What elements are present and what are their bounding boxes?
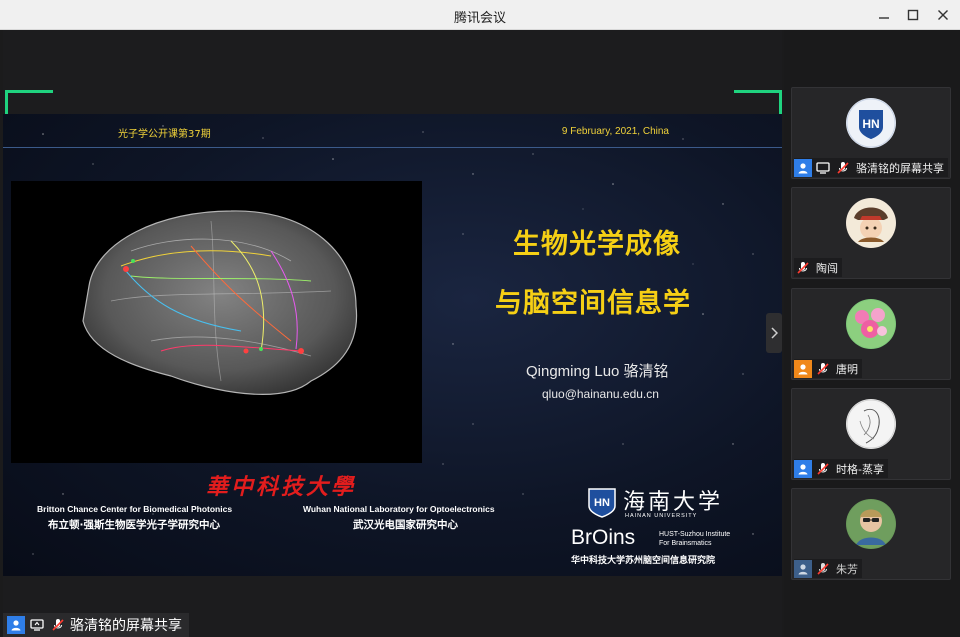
shared-screen-stage[interactable]: 光子学公开课第37期 9 February, 2021, China 生物光学成… xyxy=(3,30,782,637)
hainan-university-english: HAINAN UNIVERSITY xyxy=(625,513,698,519)
slide-title-line1: 生物光学成像 xyxy=(513,229,681,260)
mic-muted-icon xyxy=(814,460,832,478)
participant-avatar xyxy=(846,399,896,449)
title-bar: 腾讯会议 xyxy=(0,0,960,30)
participant-namebar: 陶闯 xyxy=(794,258,842,277)
participant-tile[interactable]: 唐明 xyxy=(791,288,951,380)
institute1-english: Britton Chance Center for Biomedical Pho… xyxy=(37,504,233,514)
user-icon xyxy=(794,359,812,378)
svg-text:HN: HN xyxy=(594,497,610,509)
participant-namebar: 骆清铭的屏幕共享 xyxy=(794,158,948,177)
close-button[interactable] xyxy=(934,6,952,24)
participant-tile[interactable]: 陶闯 xyxy=(791,187,951,279)
user-icon xyxy=(794,559,812,578)
slide-title-line2: 与脑空间信息学 xyxy=(495,288,691,319)
participant-name: 陶闯 xyxy=(816,261,838,275)
screen-share-icon xyxy=(28,616,46,634)
participant-name: 时格-蒸享 xyxy=(836,462,884,476)
brains-chinese-name: 华中科技大学苏州脑空间信息研究院 xyxy=(571,556,716,566)
participant-avatar xyxy=(846,198,896,248)
screen-share-label: 骆清铭的屏幕共享 xyxy=(3,613,189,637)
participant-avatar: HN xyxy=(846,98,896,148)
institute1-chinese: 布立顿·强斯生物医学光子学研究中心 xyxy=(48,519,220,531)
brains-subtitle-line2: For Brainsmatics xyxy=(659,540,712,547)
user-icon xyxy=(794,158,812,177)
participant-name: 朱芳 xyxy=(836,562,858,576)
slide-header-rule xyxy=(3,147,782,148)
participant-name: 骆清铭的屏幕共享 xyxy=(856,161,944,175)
mic-muted-icon xyxy=(814,360,832,378)
maximize-button[interactable] xyxy=(904,6,922,24)
chevron-right-icon xyxy=(771,327,778,339)
hust-logo: 華中科技大學 xyxy=(206,474,357,500)
participant-tile[interactable]: 朱芳 xyxy=(791,488,951,580)
participant-panel: HN 骆清铭的屏幕共享 陶闯 唐明 时格-蒸享 朱芳 xyxy=(784,30,960,637)
screen-share-icon xyxy=(814,159,832,177)
user-icon xyxy=(7,616,25,634)
window-title: 腾讯会议 xyxy=(453,11,506,26)
participant-namebar: 时格-蒸享 xyxy=(794,459,888,478)
participant-namebar: 朱芳 xyxy=(794,559,862,578)
institute2-chinese: 武汉光电国家研究中心 xyxy=(353,519,458,531)
presentation-slide: 光子学公开课第37期 9 February, 2021, China 生物光学成… xyxy=(3,114,782,576)
hainan-university-name: 海南大学 xyxy=(623,490,724,515)
participant-tile[interactable]: HN 骆清铭的屏幕共享 xyxy=(791,87,951,179)
maximize-icon xyxy=(907,9,919,21)
svg-text:HN: HN xyxy=(862,117,879,131)
minimize-button[interactable] xyxy=(875,6,893,24)
mic-muted-icon xyxy=(834,159,852,177)
participant-namebar: 唐明 xyxy=(794,359,862,378)
brains-logo: BrOins xyxy=(571,526,636,549)
institute2-english: Wuhan National Laboratory for Optoelectr… xyxy=(303,504,495,514)
brains-subtitle-line1: HUST-Suzhou Institute xyxy=(659,531,731,538)
participant-name: 唐明 xyxy=(836,362,858,376)
slide-author: Qingming Luo 骆清铭 xyxy=(526,363,669,380)
brain-image xyxy=(11,181,422,463)
close-icon xyxy=(938,10,948,20)
minimize-icon xyxy=(879,17,889,19)
slide-email: qluo@hainanu.edu.cn xyxy=(542,387,659,401)
screen-share-owner: 骆清铭的屏幕共享 xyxy=(70,618,182,634)
mic-muted-icon xyxy=(49,616,67,634)
slide-date-label: 9 February, 2021, China xyxy=(561,126,669,137)
mic-muted-icon xyxy=(814,560,832,578)
hainan-university-emblem: HN xyxy=(588,488,616,518)
next-panel-arrow[interactable] xyxy=(766,313,782,353)
participant-tile[interactable]: 时格-蒸享 xyxy=(791,388,951,480)
participant-avatar xyxy=(846,299,896,349)
slide-series-label: 光子学公开课第37期 xyxy=(118,129,211,140)
user-icon xyxy=(794,459,812,478)
brains-subtitle: HUST-Suzhou Institute For Brainsmatics xyxy=(659,530,730,548)
mic-muted-icon xyxy=(794,259,812,277)
participant-avatar xyxy=(846,499,896,549)
